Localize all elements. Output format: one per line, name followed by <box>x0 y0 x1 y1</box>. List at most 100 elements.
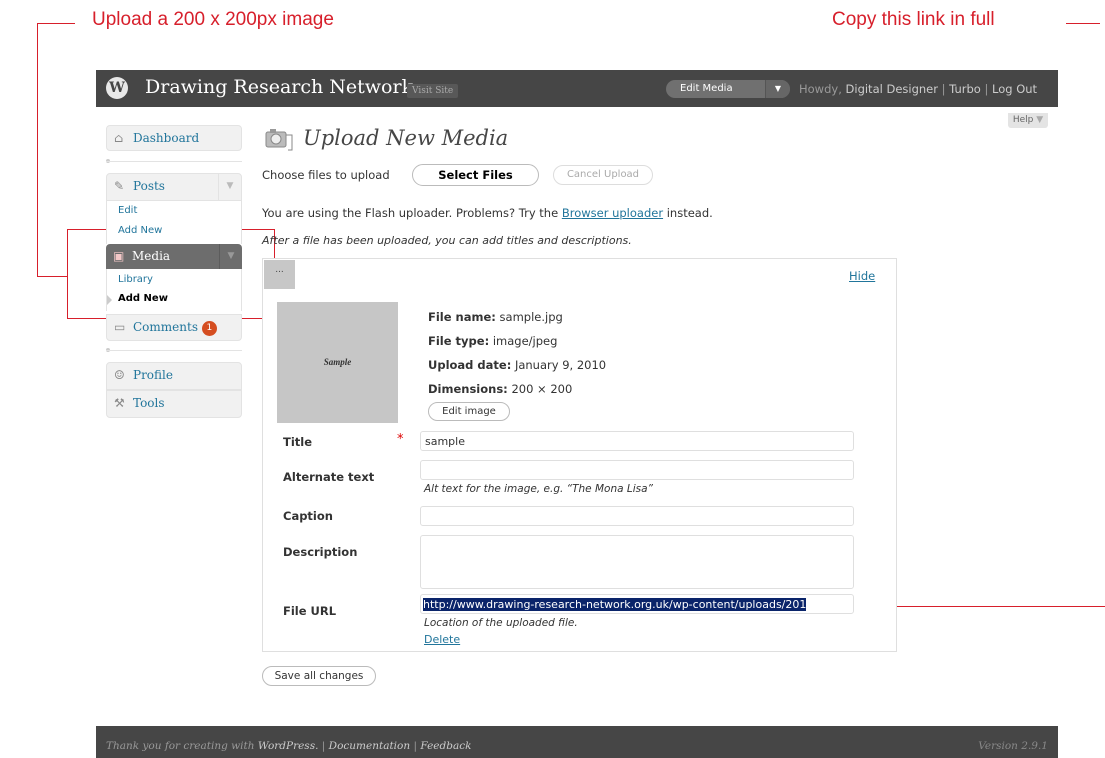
sidebar-item-tools[interactable]: ⚒ Tools <box>106 390 242 418</box>
users-icon: ☺ <box>114 368 125 382</box>
media-submenu: Library Add New <box>106 269 242 311</box>
page-title: Upload New Media <box>303 126 509 150</box>
user-name-link[interactable]: Digital Designer <box>846 82 938 96</box>
comments-label-wrap: Comments 1 <box>133 320 217 336</box>
description-label: Description <box>283 545 358 559</box>
sidebar-item-dashboard[interactable]: ⌂ Dashboard <box>106 125 242 151</box>
select-files-button[interactable]: Select Files <box>412 164 539 186</box>
save-all-changes-button[interactable]: Save all changes <box>262 666 376 686</box>
file-url-input[interactable]: http://www.drawing-research-network.org.… <box>420 594 854 614</box>
after-upload-note: After a file has been uploaded, you can … <box>262 234 632 247</box>
media-icon: ▣ <box>113 249 125 263</box>
chevron-down-icon: ▼ <box>1036 115 1044 125</box>
edit-media-dropdown[interactable]: Edit Media ▼ <box>666 80 790 98</box>
annotation-line <box>1066 23 1100 24</box>
sidebar-item-label: Comments <box>133 320 198 334</box>
wordpress-link[interactable]: WordPress. <box>258 740 319 752</box>
sidebar-item-label: Media <box>132 249 171 263</box>
howdy-text: Howdy, <box>799 82 842 96</box>
hide-link[interactable]: Hide <box>849 269 875 283</box>
submenu-library[interactable]: Library <box>118 274 153 285</box>
help-label: Help <box>1012 115 1034 125</box>
separator <box>106 350 242 351</box>
caption-input[interactable] <box>420 506 854 526</box>
submenu-add-new-media[interactable]: Add New <box>118 293 168 304</box>
version-text: Version 2.9.1 <box>978 740 1048 752</box>
sidebar-item-label: Dashboard <box>133 131 200 145</box>
annotation-line <box>37 23 38 277</box>
file-url-selected-text: http://www.drawing-research-network.org.… <box>423 598 807 611</box>
sidebar-item-posts[interactable]: ✎ Posts ▼ <box>106 173 242 201</box>
media-thumbnail: Sample <box>277 302 398 423</box>
wordpress-logo-icon: W <box>106 77 128 99</box>
separator: | <box>413 740 418 752</box>
user-links: Howdy, Digital Designer | Turbo | Log Ou… <box>799 82 1037 96</box>
logout-link[interactable]: Log Out <box>992 82 1037 96</box>
flash-notice: You are using the Flash uploader. Proble… <box>262 206 713 220</box>
submenu-edit-posts[interactable]: Edit <box>118 205 137 216</box>
chevron-down-icon[interactable]: ▼ <box>765 80 790 98</box>
file-url-label: File URL <box>283 604 337 618</box>
alternate-text-input[interactable] <box>420 460 854 480</box>
dimensions-value: 200 × 200 <box>511 382 573 396</box>
annotation-copy-note: Copy this link in full <box>832 9 995 30</box>
camera-icon <box>264 126 294 152</box>
admin-footer: Thank you for creating with WordPress. |… <box>96 726 1058 758</box>
browser-uploader-link[interactable]: Browser uploader <box>562 206 663 220</box>
separator: | <box>984 82 989 96</box>
sidebar-item-profile[interactable]: ☺ Profile <box>106 362 242 390</box>
documentation-link[interactable]: Documentation <box>329 740 410 752</box>
flash-notice-text: You are using the Flash uploader. Proble… <box>262 206 559 220</box>
progress-thumb: ... <box>264 260 295 289</box>
home-icon: ⌂ <box>114 131 124 145</box>
cancel-upload-button[interactable]: Cancel Upload <box>553 165 653 185</box>
pushpin-icon: ✎ <box>114 179 125 193</box>
media-item-header <box>263 259 896 290</box>
description-textarea[interactable] <box>420 535 854 589</box>
upload-date-value: January 9, 2010 <box>514 358 607 372</box>
annotation-upload-note: Upload a 200 x 200px image <box>92 9 334 30</box>
annotation-line <box>873 606 1105 607</box>
delete-link[interactable]: Delete <box>424 633 460 646</box>
admin-header: W Drawing Research Network Visit Site Ed… <box>96 70 1058 107</box>
separator: | <box>941 82 946 96</box>
chevron-down-icon[interactable]: ▼ <box>218 174 241 200</box>
upload-date-row: Upload date: January 9, 2010 <box>428 353 606 377</box>
caption-label: Caption <box>283 509 333 523</box>
chevron-down-icon[interactable]: ▼ <box>219 244 242 269</box>
sidebar-item-label: Posts <box>133 179 165 193</box>
visit-site-button[interactable]: Visit Site <box>407 84 459 98</box>
annotation-line <box>37 23 75 24</box>
alternate-text-label: Alternate text <box>283 470 375 484</box>
separator <box>106 161 242 162</box>
sidebar-item-comments[interactable]: ▭ Comments 1 <box>106 314 242 341</box>
upload-date-label: Upload date: <box>428 358 512 372</box>
sidebar-item-label: Tools <box>133 396 165 410</box>
comments-count-badge: 1 <box>201 321 217 336</box>
file-type-row: File type: image/jpeg <box>428 329 606 353</box>
dimensions-row: Dimensions: 200 × 200 <box>428 377 606 401</box>
submenu-add-new-post[interactable]: Add New <box>118 225 162 236</box>
file-type-label: File type: <box>428 334 490 348</box>
sidebar-item-media[interactable]: ▣ Media ▼ <box>106 244 242 269</box>
edit-media-label: Edit Media <box>680 83 733 94</box>
separator: | <box>321 740 326 752</box>
footer-thanks: Thank you for creating with <box>106 740 255 752</box>
file-name-row: File name: sample.jpg <box>428 305 606 329</box>
title-input[interactable]: sample <box>420 431 854 451</box>
flash-notice-text-end: instead. <box>666 206 713 220</box>
file-type-value: image/jpeg <box>492 334 558 348</box>
annotation-line <box>37 276 67 277</box>
footer-credits: Thank you for creating with WordPress. |… <box>106 740 471 752</box>
choose-files-label: Choose files to upload <box>262 168 390 182</box>
turbo-link[interactable]: Turbo <box>949 82 981 96</box>
feedback-link[interactable]: Feedback <box>420 740 471 752</box>
help-tab[interactable]: Help ▼ <box>1008 113 1048 128</box>
dimensions-label: Dimensions: <box>428 382 508 396</box>
file-name-label: File name: <box>428 310 496 324</box>
required-mark: * <box>397 432 404 447</box>
file-name-value: sample.jpg <box>499 310 563 324</box>
speech-bubble-icon: ▭ <box>114 320 126 334</box>
sidebar-item-label: Profile <box>133 368 173 382</box>
edit-image-button[interactable]: Edit image <box>428 402 510 421</box>
